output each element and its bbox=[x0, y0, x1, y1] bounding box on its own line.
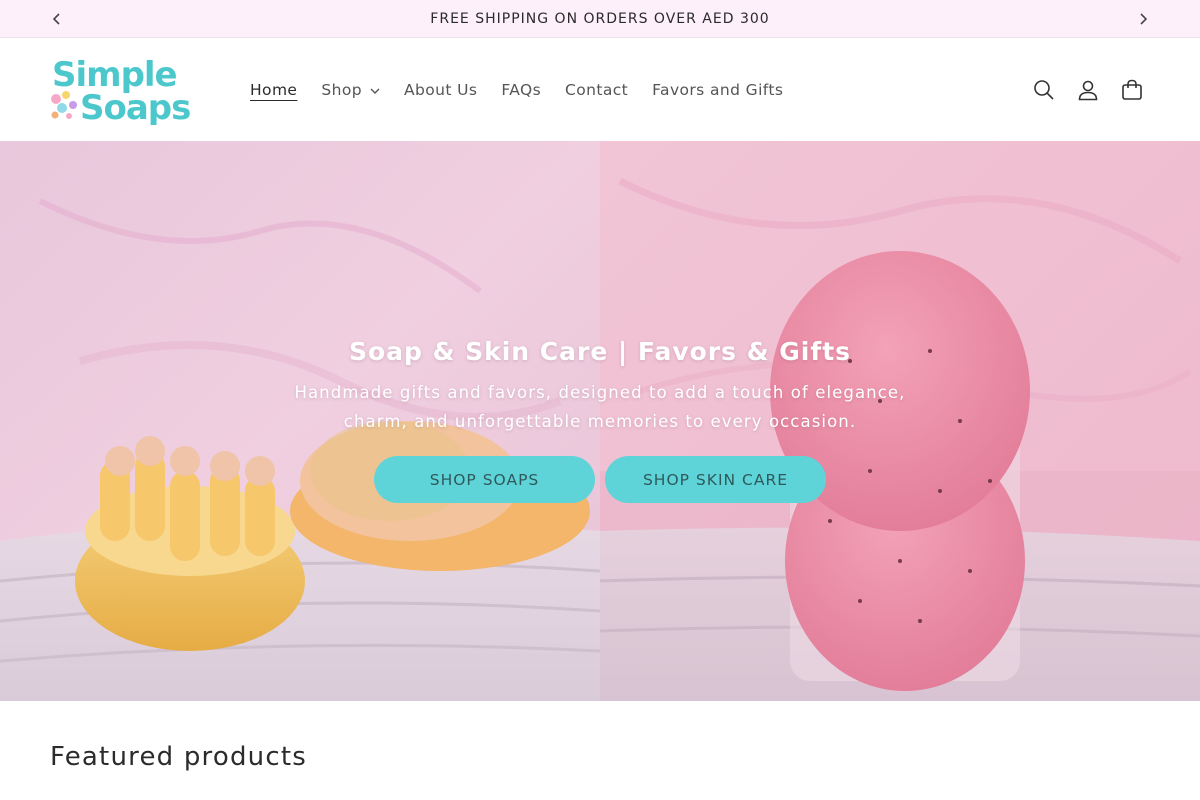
nav-shop[interactable]: Shop bbox=[309, 81, 392, 99]
nav-about-label: About Us bbox=[403, 81, 478, 99]
announcement-bar: FREE SHIPPING ON ORDERS OVER AED 300 bbox=[0, 0, 1200, 38]
account-icon[interactable] bbox=[1066, 68, 1110, 112]
site-header: Simple Soaps Home Shop About Us FAQs Con… bbox=[0, 39, 1200, 141]
announcement-text: FREE SHIPPING ON ORDERS OVER AED 300 bbox=[430, 10, 770, 27]
nav-favors-and-gifts[interactable]: Favors and Gifts bbox=[640, 81, 795, 99]
header-icons bbox=[1022, 39, 1154, 141]
nav-about-us[interactable]: About Us bbox=[392, 81, 489, 99]
cart-icon[interactable] bbox=[1110, 68, 1154, 112]
nav-home[interactable]: Home bbox=[238, 81, 309, 99]
search-icon[interactable] bbox=[1022, 68, 1066, 112]
nav-shop-label: Shop bbox=[321, 81, 362, 99]
hero-title: Soap & Skin Care | Favors & Gifts bbox=[348, 337, 852, 366]
chevron-right-icon[interactable] bbox=[1124, 0, 1162, 38]
chevron-down-icon bbox=[370, 81, 380, 99]
nav-contact-label: Contact bbox=[565, 81, 629, 99]
hero-buttons: SHOP SOAPS SHOP SKIN CARE bbox=[374, 456, 826, 503]
logo[interactable]: Simple Soaps bbox=[50, 55, 191, 128]
hero-banner: Soap & Skin Care | Favors & Gifts Handma… bbox=[0, 141, 1200, 701]
shop-soaps-button[interactable]: SHOP SOAPS bbox=[374, 456, 595, 503]
hero-subtitle: Handmade gifts and favors, designed to a… bbox=[294, 383, 906, 431]
hero-content: Soap & Skin Care | Favors & Gifts Handma… bbox=[0, 141, 1200, 701]
chevron-left-icon[interactable] bbox=[38, 0, 76, 38]
svg-text:Soaps: Soaps bbox=[80, 88, 190, 125]
nav-contact[interactable]: Contact bbox=[553, 81, 640, 99]
nav-home-label: Home bbox=[250, 81, 298, 99]
nav-favors-label: Favors and Gifts bbox=[652, 81, 784, 99]
shop-skin-care-button[interactable]: SHOP SKIN CARE bbox=[605, 456, 826, 503]
main-nav: Home Shop About Us FAQs Contact Favors a… bbox=[238, 39, 795, 141]
nav-faqs[interactable]: FAQs bbox=[489, 81, 553, 99]
featured-products-heading: Featured products bbox=[50, 742, 307, 772]
nav-faqs-label: FAQs bbox=[501, 81, 542, 99]
